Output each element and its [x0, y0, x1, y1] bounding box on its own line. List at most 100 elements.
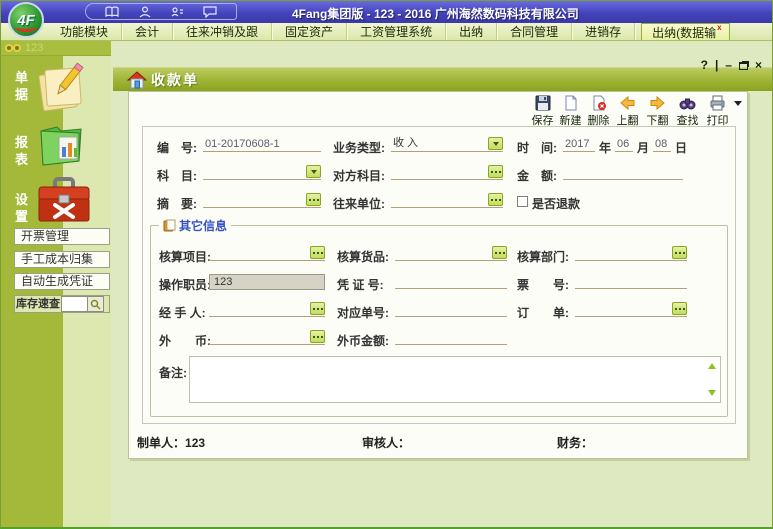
month-field[interactable]: 06 [615, 136, 633, 152]
foreign-amount-label: 外币金额: [337, 334, 389, 348]
ticket-no-field[interactable] [575, 273, 687, 289]
page-down-button[interactable]: 下翻 [644, 95, 671, 128]
subject-dropdown-icon[interactable] [306, 165, 321, 178]
remark-scroll-down-icon[interactable] [708, 390, 716, 396]
foreign-currency-field[interactable] [209, 329, 325, 345]
accounting-goods-field[interactable] [395, 245, 507, 261]
month-unit: 月 [637, 141, 650, 155]
foreign-amount-field[interactable] [395, 329, 507, 345]
amount-label: 金 额: [517, 169, 557, 183]
remark-textarea[interactable] [191, 358, 706, 401]
operator-label: 操作职员: [159, 278, 211, 292]
accounting-dept-lookup-icon[interactable] [672, 246, 687, 259]
accounting-dept-label: 核算部门: [517, 250, 569, 264]
other-info-section: 其它信息 核算项目: 核算货品: 核算部门: 操作职员: 123 凭 证 号: … [150, 217, 728, 417]
binoculars-icon [679, 98, 696, 110]
is-refund-label: 是否退款 [532, 197, 581, 211]
order-field[interactable] [575, 301, 687, 317]
handler-field[interactable] [209, 301, 325, 317]
handler-lookup-icon[interactable] [310, 302, 325, 315]
stock-search-input[interactable] [61, 296, 87, 312]
user-icon[interactable] [138, 5, 152, 18]
counter-subject-lookup-icon[interactable] [488, 165, 503, 178]
partner-unit-label: 往来单位: [333, 197, 385, 211]
voucher-no-field[interactable] [395, 273, 507, 289]
menu-item-payroll[interactable]: 工资管理系统 [347, 23, 447, 40]
accounting-goods-lookup-icon[interactable] [492, 246, 507, 259]
find-button[interactable]: 查找 [674, 95, 701, 128]
menu-item-contracts[interactable]: 合同管理 [497, 23, 573, 40]
book-icon[interactable] [105, 5, 119, 18]
help-button[interactable]: ? [701, 58, 708, 72]
sidebar-item-documents[interactable]: 单据 [14, 69, 29, 103]
restore-button[interactable] [738, 62, 748, 70]
sidebar-item-settings[interactable]: 设置 [14, 191, 29, 225]
page-up-button[interactable]: 上翻 [614, 95, 641, 128]
number-field[interactable]: 01-20170608-1 [203, 136, 321, 152]
year-field[interactable]: 2017 [563, 136, 595, 152]
menu-item-modules[interactable]: 功能模块 [47, 23, 123, 40]
subject-label: 科 目: [157, 169, 197, 183]
order-lookup-icon[interactable] [672, 302, 687, 315]
toolbox-icon[interactable] [35, 177, 91, 225]
app-logo[interactable]: 4F [8, 2, 44, 38]
app-window: 4Fang集团版 - 123 - 2016 广州海然数码科技有限公司 4F 功能… [0, 0, 773, 529]
time-label: 时 间: [517, 141, 557, 155]
handler-label: 经 手 人: [159, 306, 206, 320]
day-field[interactable]: 08 [653, 136, 671, 152]
report-folder-icon[interactable] [37, 121, 87, 169]
biz-type-dropdown-icon[interactable] [488, 137, 503, 150]
accounting-item-field[interactable] [209, 245, 325, 261]
chat-icon[interactable] [203, 5, 217, 18]
summary-field[interactable] [203, 192, 321, 208]
menu-item-accounting[interactable]: 会计 [122, 23, 174, 40]
sidebar-mini-bar: 123 [1, 41, 111, 56]
accounting-item-lookup-icon[interactable] [310, 246, 325, 259]
child-window-controls: ? | – × [701, 58, 762, 72]
minimize-button[interactable]: – [725, 58, 732, 72]
accounting-dept-field[interactable] [575, 245, 687, 261]
biz-type-select[interactable]: 收 入 [391, 136, 503, 152]
subject-select[interactable] [203, 164, 321, 180]
accounting-goods-label: 核算货品: [337, 250, 389, 264]
order-label: 订 单: [517, 306, 569, 320]
number-label: 编 号: [157, 141, 197, 155]
related-no-field[interactable] [395, 301, 507, 317]
sidebar-button-auto-voucher[interactable]: 自动生成凭证 [14, 273, 110, 290]
maker-value: 123 [185, 436, 206, 450]
toolbar-more-dropdown-icon[interactable] [734, 101, 742, 106]
tab-close-icon[interactable]: x [717, 23, 721, 32]
foreign-currency-lookup-icon[interactable] [310, 330, 325, 343]
save-button[interactable]: 保存 [530, 95, 555, 128]
new-button[interactable]: 新建 [558, 95, 583, 128]
sidebar-button-invoice-mgmt[interactable]: 开票管理 [14, 228, 110, 245]
menu-item-inventory[interactable]: 进销存 [572, 23, 636, 40]
close-button[interactable]: × [755, 58, 762, 72]
sidebar-button-manual-cost[interactable]: 手工成本归集 [14, 251, 110, 268]
operator-field: 123 [209, 274, 325, 290]
notepad-pencil-icon[interactable] [37, 61, 87, 115]
quick-icon-bar [85, 3, 237, 20]
is-refund-checkbox[interactable] [517, 196, 528, 207]
active-tab-cashier-data[interactable]: 出纳(数据输 x [641, 23, 730, 40]
summary-lookup-icon[interactable] [306, 193, 321, 206]
counter-subject-field[interactable] [391, 164, 503, 180]
stock-search-button[interactable] [87, 296, 104, 312]
auditor-signature: 审核人： [362, 436, 411, 450]
stock-quick-search: 库存速查 [14, 295, 110, 313]
partner-unit-field[interactable] [391, 192, 503, 208]
menu-item-cashier[interactable]: 出纳 [446, 23, 498, 40]
contact-card-icon[interactable] [170, 6, 184, 18]
remark-scroll-up-icon[interactable] [708, 363, 716, 369]
active-tab-label: 出纳(数据输 [652, 25, 717, 40]
partner-unit-lookup-icon[interactable] [488, 193, 503, 206]
menu-item-fixed-assets[interactable]: 固定资产 [272, 23, 348, 40]
binoculars-icon[interactable] [5, 44, 21, 53]
delete-button[interactable]: 删除 [586, 95, 611, 128]
magnifier-icon [90, 299, 101, 310]
print-button[interactable]: 打印 [704, 95, 731, 128]
amount-field[interactable] [563, 164, 683, 180]
sidebar-item-reports[interactable]: 报表 [14, 134, 29, 168]
menu-item-offset[interactable]: 往来冲销及跟 [173, 23, 273, 40]
maker-signature: 制单人：123 [137, 436, 206, 450]
